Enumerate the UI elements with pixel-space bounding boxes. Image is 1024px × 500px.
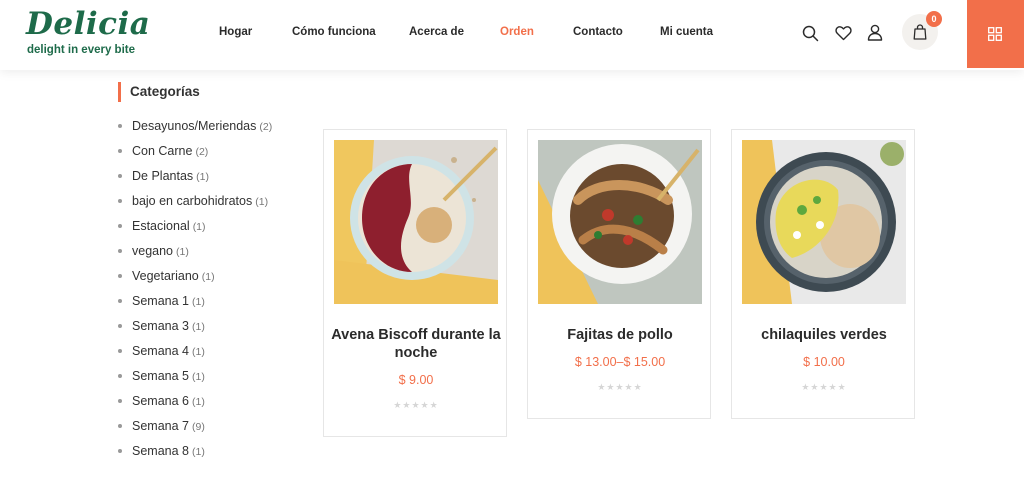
category-item[interactable]: Vegetariano (1) (118, 268, 272, 293)
category-item[interactable]: Semana 1 (1) (118, 293, 272, 318)
category-item[interactable]: Estacional (1) (118, 218, 272, 243)
product-card[interactable]: Fajitas de pollo $ 13.00–$ 15.00 ★★★★★ (527, 129, 711, 419)
category-item[interactable]: vegano (1) (118, 243, 272, 268)
category-label[interactable]: Semana 8 (132, 444, 189, 458)
product-price: $ 9.00 (398, 373, 434, 387)
category-label[interactable]: De Plantas (132, 169, 193, 183)
product-title[interactable]: Avena Biscoff durante la noche (330, 326, 502, 362)
nav-item-contacto[interactable]: Contacto (573, 26, 623, 38)
category-item[interactable]: Semana 4 (1) (118, 343, 272, 368)
category-label[interactable]: Semana 6 (132, 394, 189, 408)
user-icon[interactable] (867, 24, 883, 41)
nav-item-como-funciona[interactable]: Cómo funciona (292, 26, 376, 38)
site-header: Delicia delight in every bite Hogar Cómo… (0, 0, 1024, 70)
heart-icon[interactable] (835, 25, 852, 41)
category-item[interactable]: bajo en carbohidratos (1) (118, 193, 272, 218)
product-card[interactable]: Avena Biscoff durante la noche $ 9.00 ★★… (323, 129, 507, 437)
category-count: (1) (191, 396, 205, 408)
category-count: (1) (191, 321, 205, 333)
brand-name: Delicia (26, 6, 151, 42)
category-label[interactable]: bajo en carbohidratos (132, 194, 252, 208)
category-count: (1) (192, 221, 206, 233)
rating-stars: ★★★★★ (801, 382, 847, 392)
category-count: (2) (259, 121, 273, 133)
product-image-fajitas[interactable] (538, 140, 702, 304)
nav-item-acerca-de[interactable]: Acerca de (409, 26, 464, 38)
category-count: (1) (176, 246, 189, 258)
category-count: (1) (191, 371, 205, 383)
nav-item-orden[interactable]: Orden (500, 26, 534, 38)
category-count: (1) (255, 196, 269, 208)
category-item[interactable]: Semana 8 (1) (118, 443, 272, 468)
product-image-chilaquiles[interactable] (742, 140, 906, 304)
category-label[interactable]: Desayunos/Meriendas (132, 119, 256, 133)
cart-count-badge: 0 (926, 11, 942, 27)
nav-item-mi-cuenta[interactable]: Mi cuenta (660, 26, 713, 38)
category-label[interactable]: Semana 1 (132, 294, 189, 308)
category-label[interactable]: Estacional (132, 219, 190, 233)
category-count: (1) (191, 296, 205, 308)
brand-tagline: delight in every bite (27, 44, 135, 56)
category-label[interactable]: Semana 5 (132, 369, 189, 383)
product-price: $ 13.00–$ 15.00 (574, 355, 666, 369)
category-label[interactable]: Semana 3 (132, 319, 189, 333)
category-count: (1) (191, 346, 205, 358)
category-item[interactable]: Semana 5 (1) (118, 368, 272, 393)
category-item[interactable]: De Plantas (1) (118, 168, 272, 193)
product-price: $ 10.00 (803, 355, 845, 369)
bag-icon (913, 24, 927, 40)
category-count: (9) (191, 421, 205, 433)
category-count: (1) (191, 446, 205, 458)
product-image-oats[interactable] (334, 140, 498, 304)
category-item[interactable]: Semana 3 (1) (118, 318, 272, 343)
brand-logo[interactable]: Delicia delight in every bite (26, 6, 156, 62)
category-list: Desayunos/Meriendas (2) Con Carne (2) De Pla… (118, 118, 272, 468)
category-label[interactable]: Semana 7 (132, 419, 189, 433)
category-count: (1) (201, 271, 215, 283)
nav-item-hogar[interactable]: Hogar (219, 26, 252, 38)
categories-title: Categorías (118, 82, 200, 102)
category-item[interactable]: Con Carne (2) (118, 143, 272, 168)
category-label[interactable]: vegano (132, 244, 173, 258)
category-item[interactable]: Desayunos/Meriendas (2) (118, 118, 272, 143)
category-item[interactable]: Semana 7 (9) (118, 418, 272, 443)
category-label[interactable]: Semana 4 (132, 344, 189, 358)
product-card[interactable]: chilaquiles verdes $ 10.00 ★★★★★ (731, 129, 915, 419)
category-label[interactable]: Vegetariano (132, 269, 199, 283)
category-label[interactable]: Con Carne (132, 144, 192, 158)
category-item[interactable]: Semana 6 (1) (118, 393, 272, 418)
product-title[interactable]: Fajitas de pollo (534, 326, 706, 344)
search-icon[interactable] (802, 25, 819, 42)
category-count: (1) (196, 171, 209, 183)
rating-stars: ★★★★★ (393, 400, 439, 410)
product-title[interactable]: chilaquiles verdes (738, 326, 910, 344)
grid-icon (988, 27, 1002, 41)
grid-menu-button[interactable] (967, 0, 1024, 68)
category-count: (2) (195, 146, 209, 158)
rating-stars: ★★★★★ (597, 382, 643, 392)
